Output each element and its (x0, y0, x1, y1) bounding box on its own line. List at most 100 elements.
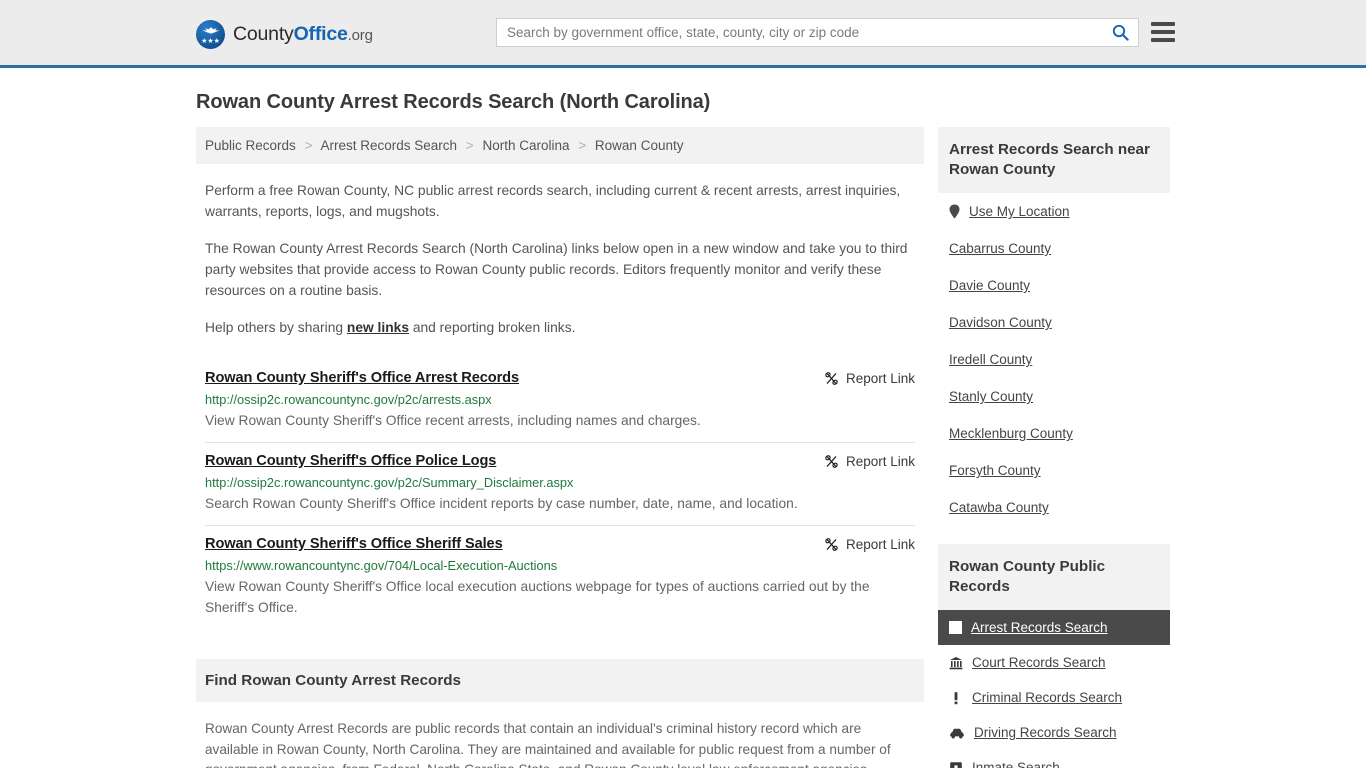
list-item: Arrest Records Search (938, 610, 1170, 645)
result-item: Rowan County Sheriff's Office Arrest Rec… (205, 360, 915, 443)
results-list: Rowan County Sheriff's Office Arrest Rec… (196, 360, 924, 629)
logo-text-org: .org (347, 27, 373, 44)
breadcrumb-item-north-carolina[interactable]: North Carolina (482, 138, 569, 153)
site-header: ★★★ CountyOffice.org (0, 0, 1366, 68)
page-container: Rowan County Arrest Records Search (Nort… (0, 91, 1366, 768)
sidebar-item-stanly-county[interactable]: Stanly County (938, 378, 1170, 415)
search-button[interactable] (1102, 19, 1138, 46)
report-link-button[interactable]: Report Link (824, 537, 915, 552)
sidebar-item-forsyth-county[interactable]: Forsyth County (938, 452, 1170, 489)
hamburger-bar (1151, 22, 1175, 26)
list-item: Iredell County (938, 341, 1170, 378)
report-link-label: Report Link (845, 454, 915, 469)
list-item: Catawba County (938, 489, 1170, 526)
sidebar-item-label: Cabarrus County (949, 241, 1052, 256)
site-logo[interactable]: ★★★ CountyOffice.org (196, 20, 373, 49)
breadcrumb-separator: > (465, 138, 474, 153)
sidebar-item-driving-records-search[interactable]: Driving Records Search (938, 715, 1170, 750)
search-input[interactable] (497, 19, 1102, 46)
sidebar-item-davie-county[interactable]: Davie County (938, 267, 1170, 304)
result-item: Rowan County Sheriff's Office Police Log… (205, 443, 915, 526)
result-header: Rowan County Sheriff's Office Sheriff Sa… (205, 536, 915, 552)
list-item: Davie County (938, 267, 1170, 304)
sidebar-item-label: Inmate Search (972, 760, 1060, 768)
hamburger-bar (1151, 30, 1175, 34)
sidebar-item-label: Davie County (949, 278, 1031, 293)
location-pin-icon (949, 204, 960, 219)
sidebar-item-use-my-location[interactable]: Use My Location (938, 193, 1170, 230)
logo-text-county: County (233, 23, 294, 45)
list-item: Davidson County (938, 304, 1170, 341)
result-title-link[interactable]: Rowan County Sheriff's Office Arrest Rec… (205, 370, 519, 386)
sidebar-item-label: Use My Location (969, 204, 1070, 219)
intro-p3-before: Help others by sharing (205, 320, 347, 335)
intro-paragraph-1: Perform a free Rowan County, NC public a… (205, 183, 901, 219)
report-link-button[interactable]: Report Link (824, 454, 915, 469)
sidebar-item-label: Davidson County (949, 315, 1052, 330)
sidebar-near-heading: Arrest Records Search near Rowan County (938, 127, 1170, 193)
intro-paragraph-2: The Rowan County Arrest Records Search (… (205, 241, 908, 298)
sidebar-item-label: Stanly County (949, 389, 1034, 404)
result-title-link[interactable]: Rowan County Sheriff's Office Police Log… (205, 453, 496, 469)
sidebar-item-iredell-county[interactable]: Iredell County (938, 341, 1170, 378)
find-records-body: Rowan County Arrest Records are public r… (205, 721, 891, 768)
breadcrumb-item-arrest-records-search[interactable]: Arrest Records Search (320, 138, 457, 153)
sidebar-near-box: Arrest Records Search near Rowan County … (938, 127, 1170, 526)
search-icon (1112, 24, 1129, 41)
sidebar-item-arrest-records-search[interactable]: Arrest Records Search (938, 610, 1170, 645)
sidebar-item-label: Mecklenburg County (949, 426, 1073, 441)
sidebar-item-court-records-search[interactable]: Court Records Search (938, 645, 1170, 680)
list-item: Court Records Search (938, 645, 1170, 680)
logo-text-office: Office (293, 23, 348, 45)
intro-paragraph-3: Help others by sharing new links and rep… (205, 317, 915, 338)
breadcrumb: Public Records > Arrest Records Search >… (196, 127, 924, 164)
sidebar-item-label: Criminal Records Search (972, 690, 1123, 705)
result-url[interactable]: http://ossip2c.rowancountync.gov/p2c/Sum… (205, 475, 915, 490)
breadcrumb-item-rowan-county[interactable]: Rowan County (595, 138, 684, 153)
result-header: Rowan County Sheriff's Office Police Log… (205, 453, 915, 469)
sidebar-item-inmate-search[interactable]: Inmate Search (938, 750, 1170, 768)
main-column: Public Records > Arrest Records Search >… (196, 127, 924, 768)
list-item: Cabarrus County (938, 230, 1170, 267)
breadcrumb-item-public-records[interactable]: Public Records (205, 138, 296, 153)
intro-section: Perform a free Rowan County, NC public a… (196, 180, 924, 338)
eagle-shield-icon: ★★★ (196, 20, 225, 49)
sidebar-item-criminal-records-search[interactable]: Criminal Records Search (938, 680, 1170, 715)
report-link-button[interactable]: Report Link (824, 371, 915, 386)
sidebar-near-list: Use My Location Cabarrus County Davie Co… (938, 193, 1170, 526)
find-records-heading: Find Rowan County Arrest Records (196, 659, 924, 702)
result-description: View Rowan County Sheriff's Office local… (205, 579, 870, 615)
car-icon (949, 726, 965, 740)
sidebar-item-davidson-county[interactable]: Davidson County (938, 304, 1170, 341)
breadcrumb-separator: > (304, 138, 313, 153)
broken-link-icon (824, 537, 839, 552)
list-item: Use My Location (938, 193, 1170, 230)
intro-p3-after: and reporting broken links. (409, 320, 576, 335)
result-description: View Rowan County Sheriff's Office recen… (205, 413, 701, 428)
sidebar-records-heading: Rowan County Public Records (938, 544, 1170, 610)
inmate-icon (949, 761, 963, 768)
result-item: Rowan County Sheriff's Office Sheriff Sa… (205, 526, 915, 629)
list-item: Driving Records Search (938, 715, 1170, 750)
eagle-glyph (201, 27, 220, 34)
sidebar-item-catawba-county[interactable]: Catawba County (938, 489, 1170, 526)
content-columns: Public Records > Arrest Records Search >… (196, 127, 1170, 768)
broken-link-icon (824, 454, 839, 469)
search-bar[interactable] (496, 18, 1139, 47)
new-links-link[interactable]: new links (347, 320, 409, 335)
list-item: Mecklenburg County (938, 415, 1170, 452)
exclamation-icon (949, 691, 963, 705)
result-url[interactable]: http://ossip2c.rowancountync.gov/p2c/arr… (205, 392, 915, 407)
sidebar-records-box: Rowan County Public Records Arrest Recor… (938, 544, 1170, 768)
result-url[interactable]: https://www.rowancountync.gov/704/Local-… (205, 558, 915, 573)
sidebar-item-label: Arrest Records Search (971, 620, 1108, 635)
sidebar-item-cabarrus-county[interactable]: Cabarrus County (938, 230, 1170, 267)
result-title-link[interactable]: Rowan County Sheriff's Office Sheriff Sa… (205, 536, 503, 552)
sidebar-item-mecklenburg-county[interactable]: Mecklenburg County (938, 415, 1170, 452)
hamburger-menu-icon[interactable] (1151, 18, 1175, 46)
sidebar-item-label: Driving Records Search (974, 725, 1117, 740)
broken-link-icon (824, 371, 839, 386)
report-link-label: Report Link (845, 537, 915, 552)
sidebar: Arrest Records Search near Rowan County … (938, 127, 1170, 768)
find-records-section: Find Rowan County Arrest Records Rowan C… (196, 659, 924, 768)
